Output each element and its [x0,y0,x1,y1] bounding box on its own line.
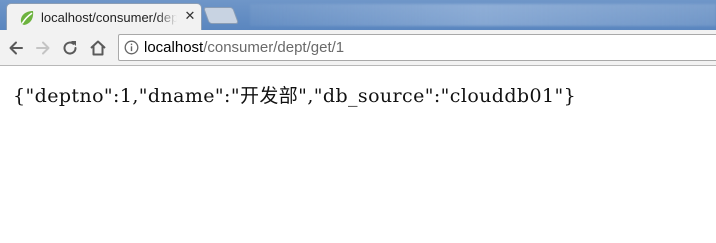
close-tab-icon[interactable]: ✕ [183,9,197,23]
address-url[interactable]: localhost/consumer/dept/get/1 [144,39,344,56]
tab-active[interactable]: localhost/consumer/dept/get/1 ✕ [6,3,202,30]
url-host: localhost [144,39,204,56]
url-path: /consumer/dept/get/1 [203,39,345,56]
tab-title: localhost/consumer/dept/get/1 [41,10,177,25]
browser-window: localhost/consumer/dept/get/1 ✕ localhos… [0,0,716,243]
back-arrow-icon[interactable] [6,38,26,58]
forward-arrow-icon[interactable] [33,38,53,58]
info-icon[interactable] [124,40,139,55]
json-response-text: {"deptno":1,"dname":"开发部","db_source":"c… [13,85,577,107]
reload-icon[interactable] [60,38,80,58]
address-bar[interactable]: localhost/consumer/dept/get/1 [118,34,716,61]
browser-toolbar: localhost/consumer/dept/get/1 [0,30,716,66]
page-content: {"deptno":1,"dname":"开发部","db_source":"c… [0,67,716,243]
title-bar-background [250,4,716,26]
tab-strip: localhost/consumer/dept/get/1 ✕ [0,0,716,30]
home-icon[interactable] [88,38,108,58]
new-tab-icon[interactable] [202,7,240,24]
spring-leaf-icon [20,11,34,25]
